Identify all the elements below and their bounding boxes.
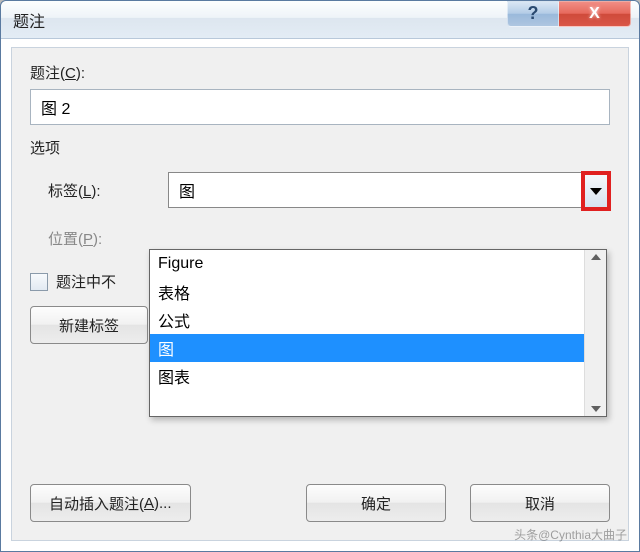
dropdown-scrollbar[interactable] [584, 250, 606, 416]
dropdown-item[interactable]: Figure [150, 250, 584, 278]
options-group: 标签(L): 图 位置(P): [48, 172, 610, 249]
dropdown-item[interactable]: 图 [150, 334, 584, 362]
caption-dialog: 题注 ? X 题注(C): 图 2 选项 标签(L): 图 位置(P): [0, 0, 640, 552]
label-field-label: 标签(L): [48, 180, 168, 201]
help-button[interactable]: ? [507, 1, 559, 27]
auto-suffix: )... [154, 495, 172, 512]
dropdown-item[interactable]: 图表 [150, 362, 584, 390]
position-field-hotkey: P [83, 231, 93, 248]
chevron-down-icon [591, 406, 601, 412]
position-field-suffix: ): [93, 231, 102, 248]
position-field-label: 位置(P): [48, 228, 168, 249]
cancel-button[interactable]: 取消 [470, 484, 610, 522]
close-button[interactable]: X [559, 1, 631, 27]
new-label-button[interactable]: 新建标签 [30, 306, 148, 344]
caption-label-hotkey: C [65, 65, 76, 82]
label-combobox-value: 图 [169, 178, 609, 202]
label-dropdown-panel: Figure表格公式图图表 [149, 249, 607, 417]
auto-insert-button[interactable]: 自动插入题注(A)... [30, 484, 191, 522]
caption-label-suffix: ): [76, 65, 85, 82]
ok-button[interactable]: 确定 [306, 484, 446, 522]
auto-hotkey: A [144, 495, 154, 512]
exclude-label-checkbox[interactable] [30, 273, 48, 291]
caption-input[interactable]: 图 2 [30, 89, 610, 125]
titlebar[interactable]: 题注 ? X [1, 1, 639, 39]
chevron-up-icon [591, 254, 601, 260]
dialog-title: 题注 [13, 8, 507, 32]
dropdown-item[interactable]: 表格 [150, 278, 584, 306]
exclude-label-text: 题注中不 [56, 271, 116, 292]
titlebar-buttons: ? X [507, 1, 631, 31]
label-field-suffix: ): [91, 183, 100, 200]
footer-buttons: 自动插入题注(A)... 确定 取消 [30, 484, 610, 522]
options-heading: 选项 [30, 137, 610, 158]
auto-prefix: 自动插入题注( [49, 493, 144, 514]
label-dropdown-list: Figure表格公式图图表 [150, 250, 584, 416]
dropdown-item[interactable]: 公式 [150, 306, 584, 334]
caption-label: 题注(C): [30, 62, 610, 83]
label-combobox-arrow[interactable] [581, 171, 611, 211]
position-field-prefix: 位置( [48, 231, 83, 248]
chevron-down-icon [590, 188, 602, 195]
spacer [215, 484, 282, 522]
caption-value: 图 2 [41, 95, 70, 119]
caption-label-prefix: 题注( [30, 65, 65, 82]
watermark: 头条@Cynthia大曲子 [514, 526, 627, 543]
label-combobox[interactable]: 图 [168, 172, 610, 208]
label-field-prefix: 标签( [48, 183, 83, 200]
